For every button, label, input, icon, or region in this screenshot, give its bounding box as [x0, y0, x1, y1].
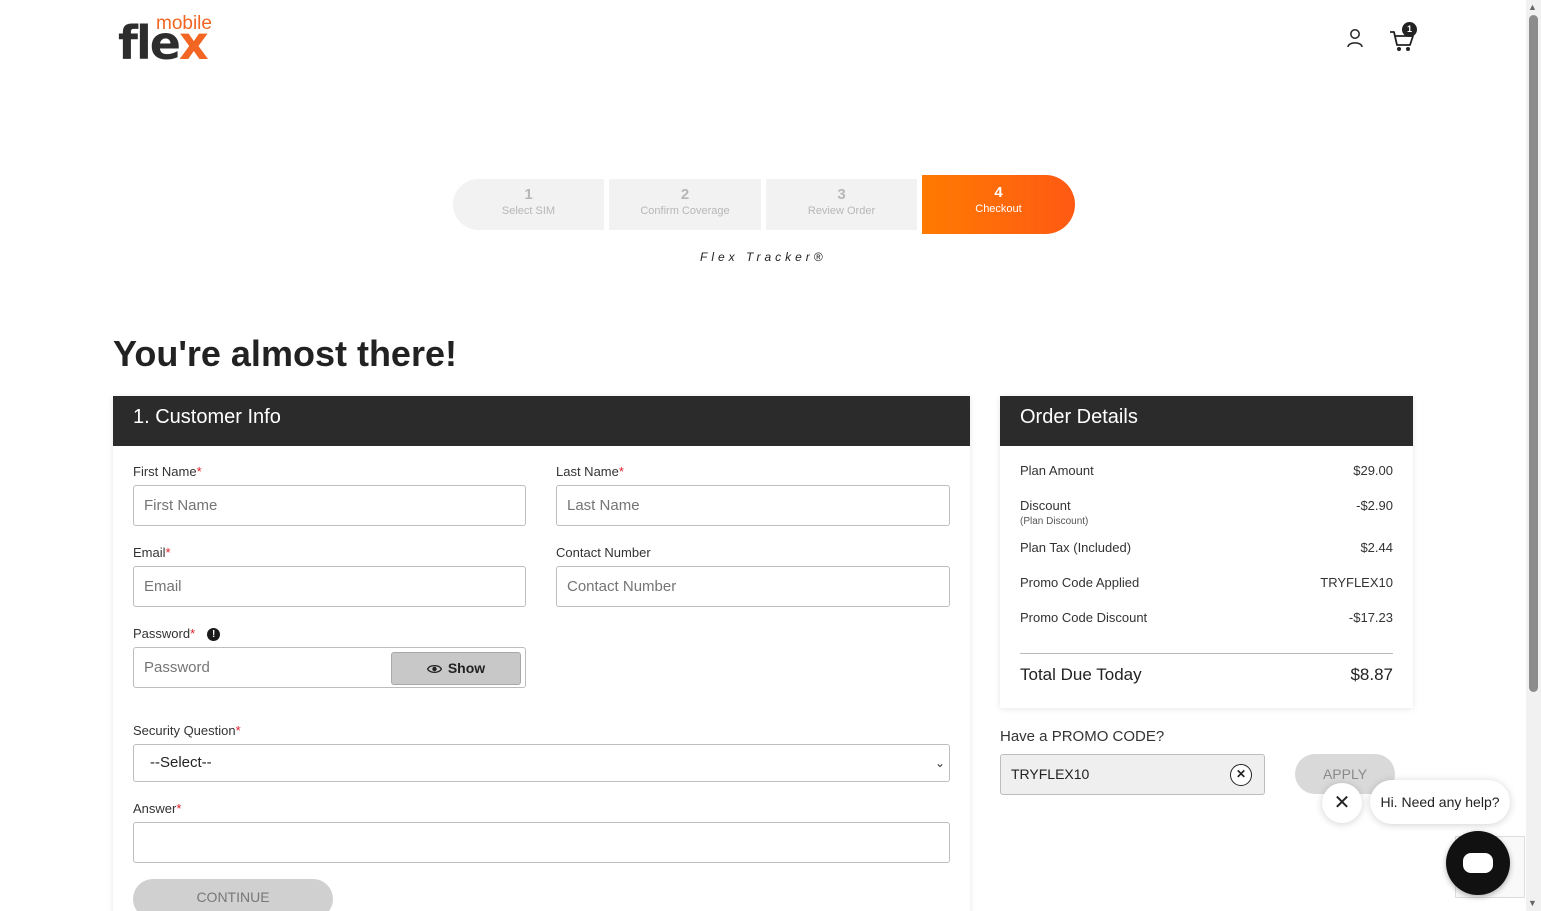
order-row-value: -$2.90: [1356, 498, 1393, 513]
scroll-up-arrow-icon[interactable]: ▲: [1528, 2, 1537, 12]
total-label: Total Due Today: [1020, 665, 1142, 684]
security-question-select[interactable]: --Select-- ⌄: [133, 744, 950, 782]
answer-label-text: Answer: [133, 801, 177, 816]
step-label: Review Order: [807, 205, 876, 217]
order-row-sublabel: (Plan Discount): [1020, 516, 1089, 527]
customer-info-title: 1. Customer Info: [113, 396, 970, 446]
first-name-input[interactable]: [133, 485, 526, 526]
order-details-title: Order Details: [1000, 396, 1413, 446]
chat-close-button[interactable]: ✕: [1322, 783, 1362, 823]
email-label: Email*: [133, 545, 171, 561]
order-row-label: Discount: [1020, 498, 1071, 513]
last-name-label: Last Name*: [556, 464, 624, 480]
order-row-label: Promo Code Discount: [1020, 610, 1148, 625]
logo-flex-main: fle: [118, 16, 181, 70]
order-row-plan-tax: Plan Tax (Included) $2.44: [1020, 540, 1393, 555]
step-label: Checkout: [975, 203, 1022, 215]
order-row-value: $29.00: [1353, 463, 1393, 478]
promo-code-label: Have a PROMO CODE?: [1000, 728, 1165, 745]
last-name-input[interactable]: [556, 485, 950, 526]
answer-label: Answer*: [133, 801, 181, 817]
order-total-row: Total Due Today $8.87: [1020, 665, 1393, 685]
order-row-value: -$17.23: [1348, 610, 1393, 625]
step-number: 4: [994, 184, 1003, 201]
contact-number-input[interactable]: [556, 566, 950, 607]
order-row-value: TRYFLEX10: [1320, 575, 1393, 590]
order-row-promo-discount: Promo Code Discount -$17.23: [1020, 610, 1393, 625]
show-password-label: Show: [447, 660, 486, 676]
required-mark: *: [190, 626, 196, 641]
scroll-down-arrow-icon[interactable]: ▼: [1528, 898, 1537, 908]
email-input[interactable]: [133, 566, 526, 607]
step-confirm-coverage[interactable]: 2 Confirm Coverage: [609, 179, 761, 230]
step-select-sim[interactable]: 1 Select SIM: [453, 179, 604, 230]
last-name-label-text: Last Name: [556, 464, 619, 479]
chevron-down-icon: ⌄: [934, 756, 945, 770]
order-row-label: Plan Amount: [1020, 463, 1094, 478]
password-label-text: Password: [133, 626, 191, 641]
order-row-label: Plan Tax (Included): [1020, 540, 1132, 555]
cart-count-badge: 1: [1402, 22, 1417, 37]
promo-code-value: TRYFLEX10: [1011, 766, 1090, 782]
clear-promo-icon[interactable]: ✕: [1230, 764, 1252, 786]
continue-button[interactable]: CONTINUE: [133, 879, 333, 911]
order-row-plan-amount: Plan Amount $29.00: [1020, 463, 1393, 478]
scrollbar-thumb[interactable]: [1529, 15, 1538, 692]
chat-launcher-button[interactable]: [1446, 831, 1510, 895]
answer-input[interactable]: [133, 822, 950, 863]
step-checkout-active[interactable]: 4 Checkout: [922, 175, 1075, 234]
step-number: 2: [680, 186, 690, 203]
step-number: 1: [524, 186, 533, 203]
password-info-icon[interactable]: !: [207, 628, 221, 641]
close-icon: ✕: [1333, 792, 1351, 814]
chat-message-icon: [1463, 853, 1493, 873]
logo-flex-x: x: [178, 16, 209, 70]
required-mark: *: [196, 464, 202, 479]
show-password-button[interactable]: Show: [391, 652, 521, 685]
first-name-label: First Name*: [133, 464, 202, 480]
required-mark: *: [235, 723, 241, 738]
security-question-selected: --Select--: [150, 754, 212, 771]
total-value: $8.87: [1350, 665, 1393, 684]
security-question-label-text: Security Question: [133, 723, 236, 738]
page-headline: You're almost there!: [113, 333, 457, 374]
step-label: Select SIM: [501, 205, 556, 217]
required-mark: *: [165, 545, 171, 560]
flex-mobile-logo[interactable]: mobile flex: [118, 14, 228, 68]
flex-tracker-label: Flex Tracker®: [700, 250, 827, 264]
step-number: 3: [837, 186, 846, 203]
step-review-order[interactable]: 3 Review Order: [766, 179, 917, 230]
chat-greeting-bubble[interactable]: Hi. Need any help?: [1370, 780, 1510, 824]
user-account-icon[interactable]: [1345, 28, 1365, 48]
step-label: Confirm Coverage: [640, 205, 730, 217]
required-mark: *: [176, 801, 182, 816]
password-label: Password*!: [133, 626, 221, 642]
logo-flex-text: flex: [118, 20, 209, 66]
order-row-value: $2.44: [1360, 540, 1393, 555]
checkout-page: mobile flex 1 1 Select SIM 2 Confirm Cov…: [0, 0, 1541, 911]
order-row-label: Promo Code Applied: [1020, 575, 1140, 590]
order-row-discount: Discount (Plan Discount) -$2.90: [1020, 498, 1393, 527]
required-mark: *: [618, 464, 624, 479]
order-divider: [1020, 653, 1393, 654]
email-label-text: Email: [133, 545, 166, 560]
eye-icon: [426, 664, 443, 674]
order-row-promo-applied: Promo Code Applied TRYFLEX10: [1020, 575, 1393, 590]
contact-number-label: Contact Number: [556, 545, 651, 560]
promo-code-input[interactable]: TRYFLEX10 ✕: [1000, 754, 1265, 795]
security-question-label: Security Question*: [133, 723, 241, 739]
first-name-label-text: First Name: [133, 464, 197, 479]
checkout-stepper: 1 Select SIM 2 Confirm Coverage 3 Review…: [453, 175, 1075, 234]
